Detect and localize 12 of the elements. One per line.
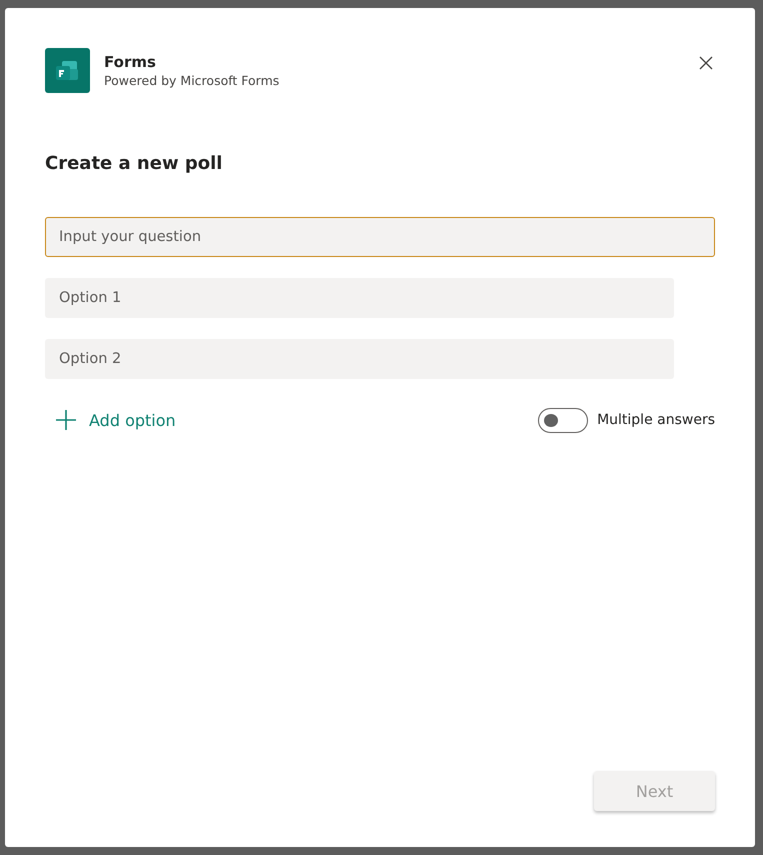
app-title: Forms	[104, 52, 157, 72]
plus-icon[interactable]	[55, 409, 77, 431]
question-field[interactable]: Input your question	[45, 217, 715, 257]
toggle-switch[interactable]	[538, 408, 588, 432]
toggle-label: Multiple answers	[597, 412, 715, 428]
app-subtitle: Powered by Microsoft Forms	[104, 72, 280, 90]
option-field[interactable]: Option 2	[45, 339, 674, 379]
forms-logo-icon	[45, 48, 90, 93]
option-field[interactable]: Option 1	[45, 278, 674, 318]
close-icon[interactable]	[699, 56, 713, 70]
dialog-heading: Create a new poll	[45, 152, 224, 176]
add-option-button[interactable]: Add option	[45, 409, 176, 431]
